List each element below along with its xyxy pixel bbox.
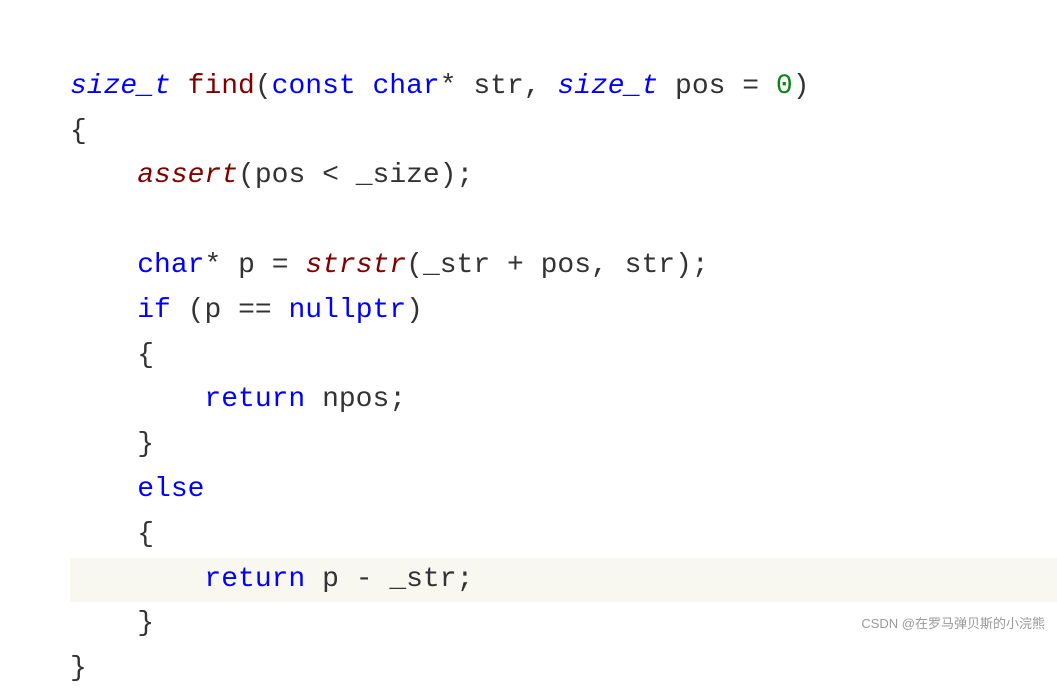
code-line-14: } [70,653,87,684]
equals: = [272,250,289,281]
code-block: size_t find(const char* str, size_t pos … [70,20,1057,692]
keyword: const [272,71,356,102]
param: str [473,71,523,102]
paren: ( [406,250,423,281]
operator: + [507,250,524,281]
brace: } [70,653,87,684]
function-call: strstr [305,250,406,281]
function-name: find [188,71,255,102]
type-keyword: size_t [70,71,171,102]
operator: == [238,295,272,326]
watermark-text: CSDN @在罗马弹贝斯的小浣熊 [861,614,1045,635]
brace: { [70,116,87,147]
code-line-1: size_t find(const char* str, size_t pos … [70,71,810,102]
paren: ( [238,160,255,191]
keyword: else [137,474,204,505]
semicolon: ; [457,160,474,191]
identifier: npos [322,384,389,415]
paren: ) [440,160,457,191]
param: pos [675,71,725,102]
identifier: p [238,250,255,281]
brace: } [137,608,154,639]
paren: ) [675,250,692,281]
identifier: str [625,250,675,281]
equals: = [742,71,759,102]
keyword: char [373,71,440,102]
semicolon: ; [692,250,709,281]
number-literal: 0 [776,71,793,102]
code-line-5: char* p = strstr(_str + pos, str); [70,250,709,281]
code-line-13: } [70,608,154,639]
operator: - [356,564,373,595]
semicolon: ; [457,564,474,595]
keyword: return [204,564,305,595]
type-keyword: size_t [557,71,658,102]
code-line-11: { [70,519,154,550]
star: * [440,71,457,102]
code-line-12-highlighted: return p - _str; [70,558,1057,603]
code-line-7: { [70,340,154,371]
code-line-2: { [70,116,87,147]
identifier: pos [541,250,591,281]
comma: , [591,250,608,281]
brace: { [137,340,154,371]
semicolon: ; [389,384,406,415]
keyword: if [137,295,171,326]
comma: , [524,71,541,102]
code-line-10: else [70,474,204,505]
code-line-9: } [70,429,154,460]
paren: ( [255,71,272,102]
code-line-8: return npos; [70,384,406,415]
code-line-6: if (p == nullptr) [70,295,423,326]
code-line-3: assert(pos < _size); [70,160,473,191]
paren: ( [188,295,205,326]
identifier: pos [255,160,305,191]
identifier: p [322,564,339,595]
identifier: p [204,295,221,326]
paren: ) [406,295,423,326]
brace: } [137,429,154,460]
star: * [204,250,221,281]
keyword: return [204,384,305,415]
brace: { [137,519,154,550]
identifier: _str [389,564,456,595]
keyword: nullptr [289,295,407,326]
keyword: char [137,250,204,281]
identifier: _str [423,250,490,281]
operator: < [322,160,339,191]
function-call: assert [137,160,238,191]
identifier: _size [356,160,440,191]
paren: ) [793,71,810,102]
